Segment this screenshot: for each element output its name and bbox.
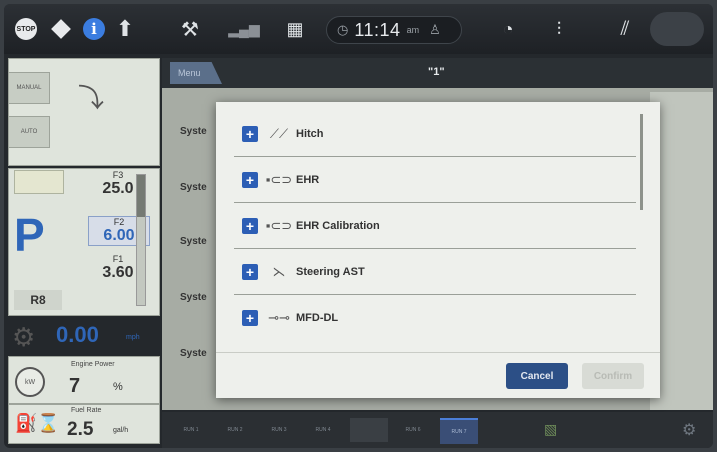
fuel-rate-unit: gal/h [113,427,129,434]
fuel-rate-label: Fuel Rate [71,407,102,414]
settings-icon[interactable]: ⚙ [682,420,696,440]
auto-speed-icon: ⚙ [12,322,36,352]
ehr-icon: ▪⊂⊃ [265,218,293,233]
engine-power-icon: kW [15,367,45,397]
plus-icon[interactable]: + [242,310,258,326]
warning-diamond-icon[interactable] [48,14,74,44]
plus-icon[interactable]: + [242,126,258,142]
list-item-label: EHR Calibration [296,220,380,232]
ehr-icon: ▪⊂⊃ [265,172,293,187]
shortcut-button[interactable] [650,12,704,46]
module-list: + ⟋⟋ Hitch + ▪⊂⊃ EHR + ▪⊂⊃ EHR Calibrati… [234,112,636,342]
hitch-status-icon: ⤵ [78,83,105,113]
run-tab-active[interactable]: RUN 7 [440,418,478,444]
run-tab[interactable]: RUN 3 [260,418,298,442]
stop-label: STOP [15,18,37,40]
engine-power-label: Engine Power [71,361,115,368]
gear-scrollbar[interactable] [136,174,146,306]
cancel-button[interactable]: Cancel [506,363,568,389]
info-icon[interactable]: i [80,14,108,44]
speed-unit: mph [126,334,140,341]
main-header: Menu "1" [162,58,713,88]
tools-icon[interactable]: ⚒ [172,14,208,44]
page-title: "1" [428,66,445,78]
list-item-ehr-calibration[interactable]: + ▪⊂⊃ EHR Calibration [234,204,636,249]
engine-power-unit: % [113,381,123,393]
hitch-icon: ⟋⟋ [269,126,289,141]
person-icon: ♙ [429,22,441,37]
guidance-icon[interactable]: ⫽ [610,14,640,44]
list-item-label: MFD-DL [296,312,339,324]
gear-letter: P [14,209,45,261]
run-tab[interactable]: RUN 6 [394,418,432,442]
info-glyph: i [83,18,105,40]
map-icon[interactable]: ▧ [544,421,557,438]
select-module-dialog: + ⟋⟋ Hitch + ▪⊂⊃ EHR + ▪⊂⊃ EHR Calibrati… [216,102,660,398]
clock-icon: ◷ [337,22,349,37]
run-tab[interactable]: RUN 4 [304,418,342,442]
list-item-hitch[interactable]: + ⟋⟋ Hitch [234,112,636,157]
list-item-label: Hitch [296,128,324,140]
manual-mode-button[interactable]: MANUAL [8,72,50,104]
plus-icon[interactable]: + [242,172,258,188]
mfd-icon: ⊸⊸ [268,310,290,325]
run-tab[interactable]: RUN 1 [172,418,210,442]
display-screen: STOP i ⬆ ⚒ ▂▄▆ ▦ ◷ 11:14 am ♙ ◔ ⫶ ⫽ MANU… [4,4,713,448]
run-tab[interactable] [350,418,388,442]
list-item-label: Steering AST [296,266,365,278]
list-item-steering-ast[interactable]: + ⋋ Steering AST [234,250,636,295]
fuel-rate-value: 2.5 [67,419,94,440]
range-indicator: R8 [14,290,62,310]
auto-mode-button[interactable]: AUTO [8,116,50,148]
implement-icon[interactable]: ⫶ [544,14,574,44]
stop-icon[interactable]: STOP [12,14,40,44]
fuel-pump-icon: ⛽⌛ [15,413,60,433]
list-item-mfd-dl[interactable]: + ⊸⊸ MFD-DL [234,296,636,340]
plus-icon[interactable]: + [242,218,258,234]
grid-menu-icon[interactable]: ▦ [282,14,308,44]
list-item-label: EHR [296,174,320,186]
engine-power-value: 7 [69,375,81,397]
clock-ampm: am [406,24,420,35]
dialog-footer: Cancel Confirm [216,352,660,399]
confirm-button[interactable]: Confirm [582,363,644,389]
status-bar: STOP i ⬆ ⚒ ▂▄▆ ▦ ◷ 11:14 am ♙ ◔ ⫶ ⫽ [4,4,713,54]
list-item-ehr[interactable]: + ▪⊂⊃ EHR [234,158,636,203]
clock-time: 11:14 [354,19,401,40]
fuel-rate-box: ⛽⌛ Fuel Rate 2.5 gal/h [8,404,160,444]
menu-tab[interactable]: Menu [170,62,222,84]
steering-icon: ⋋ [272,264,286,279]
list-scrollbar[interactable] [640,114,643,210]
clock[interactable]: ◷ 11:14 am ♙ [326,16,462,44]
speed-row: ⚙ 0.00 mph [8,316,156,356]
arrow-up-icon[interactable]: ⬆ [112,14,138,44]
engine-power-box: kW Engine Power 7 % [8,356,160,404]
gear-indicator-bar [14,170,64,194]
plus-icon[interactable]: + [242,264,258,280]
gauge-icon[interactable]: ◔ [494,14,522,44]
run-page-bar: RUN 1 RUN 2 RUN 3 RUN 4 RUN 6 RUN 7 ▧ ⚙ [162,412,713,448]
run-tab[interactable]: RUN 2 [216,418,254,442]
left-status-panel: MANUAL AUTO ⤵ P R8 F3 25.0 F2 6.00 F1 3.… [4,58,160,448]
signal-strength-icon: ▂▄▆ [228,20,260,37]
speed-value: 0.00 [56,322,99,347]
